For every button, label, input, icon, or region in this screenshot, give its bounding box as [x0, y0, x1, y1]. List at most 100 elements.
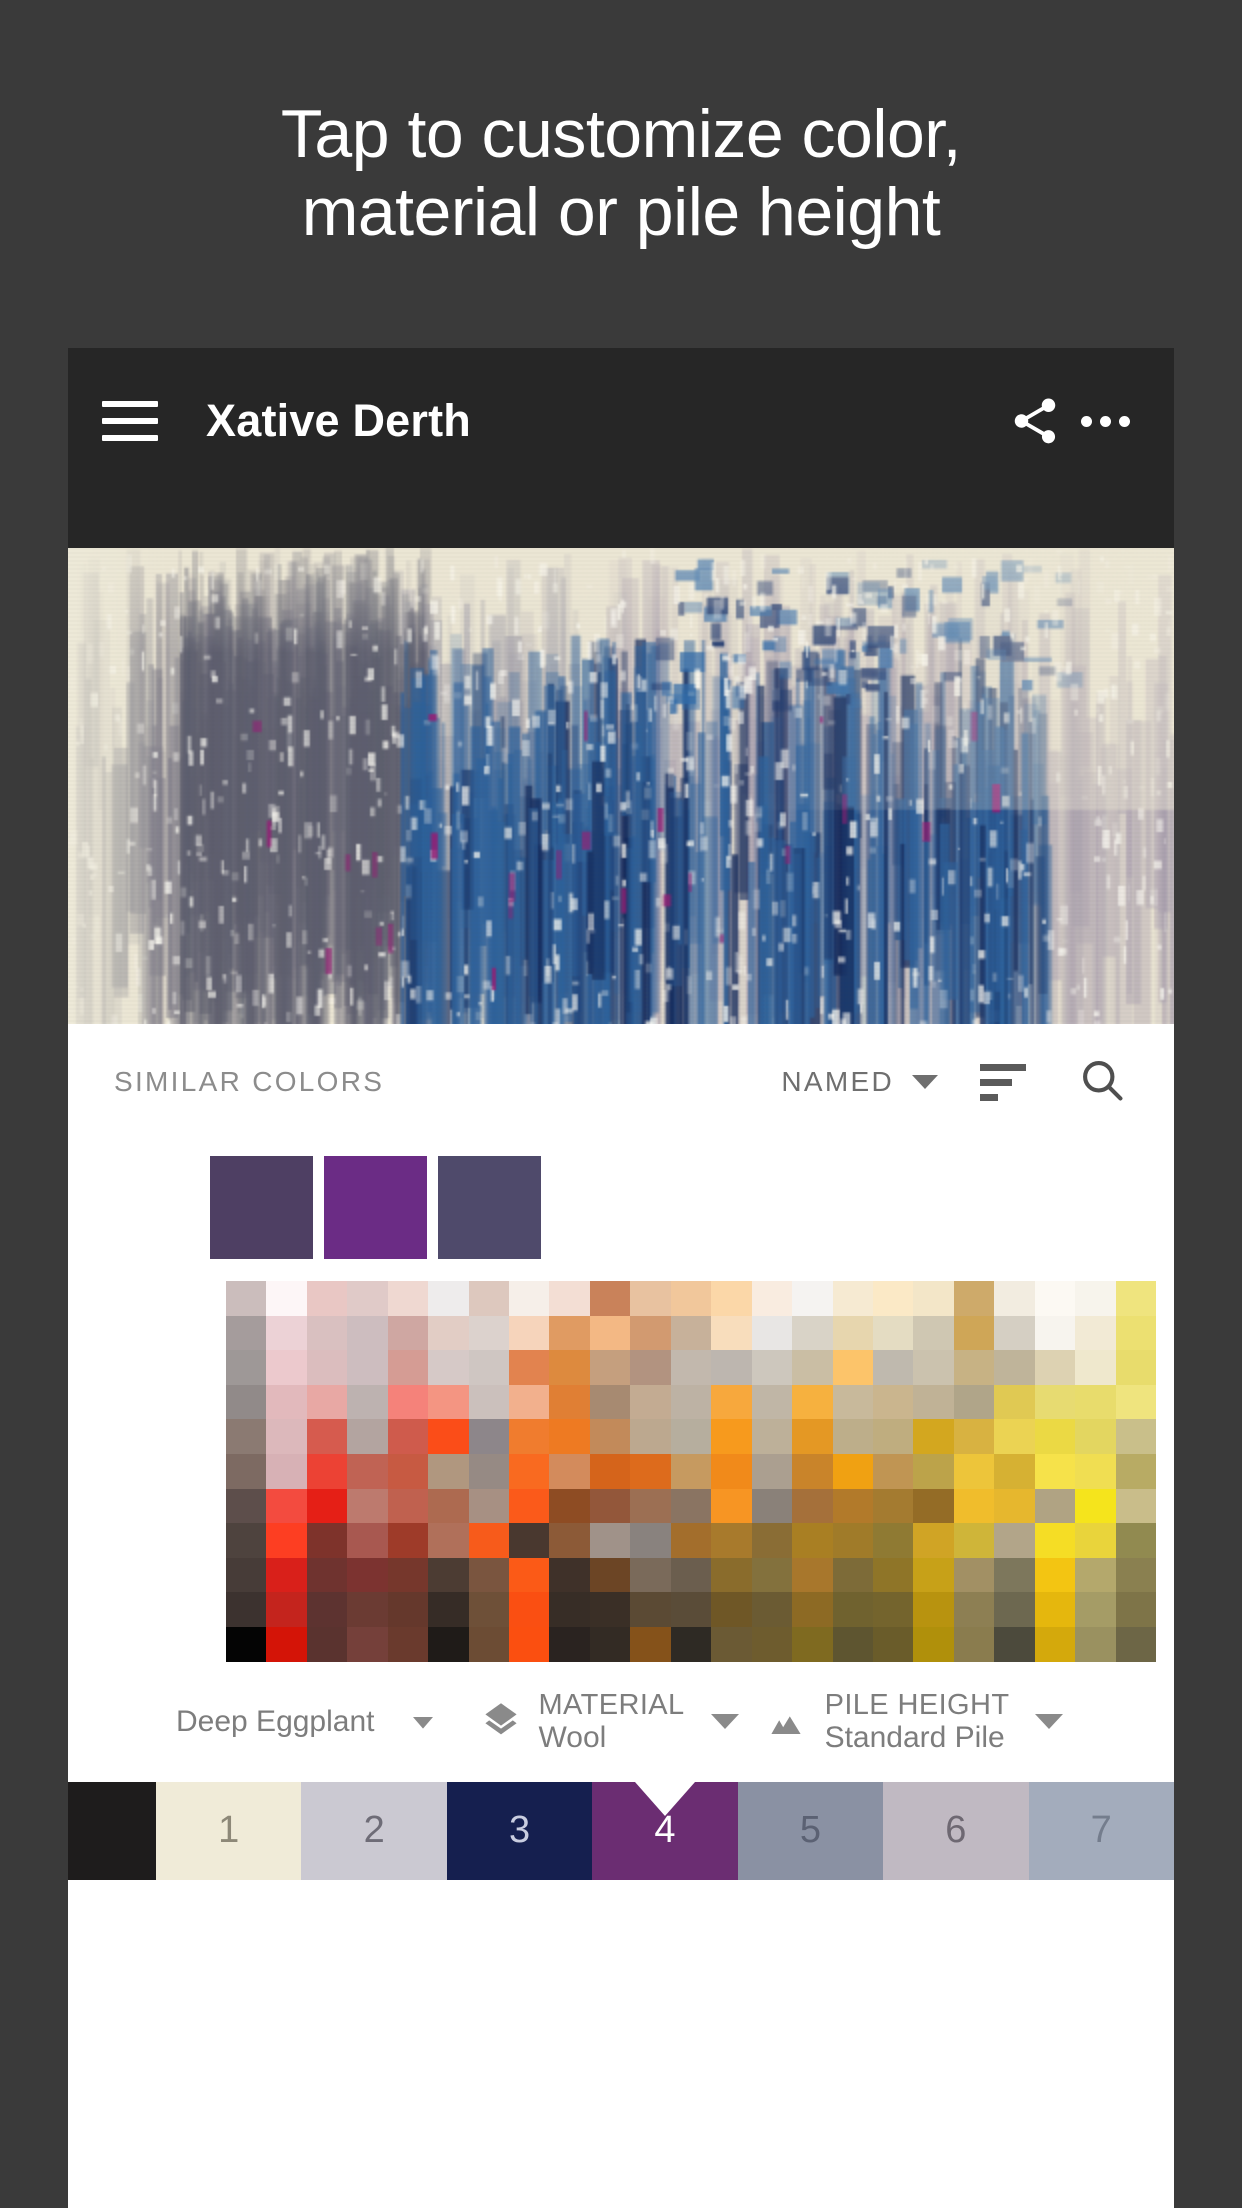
palette-cell[interactable]	[711, 1419, 752, 1454]
palette-cell[interactable]	[994, 1557, 1035, 1593]
palette-cell[interactable]	[832, 1419, 873, 1454]
palette-cell[interactable]	[711, 1453, 752, 1489]
palette-cell[interactable]	[913, 1315, 954, 1351]
palette-cell[interactable]	[387, 1488, 429, 1524]
palette-cell[interactable]	[428, 1281, 469, 1316]
palette-cell[interactable]	[994, 1488, 1035, 1524]
palette-cell[interactable]	[468, 1557, 510, 1593]
palette-cell[interactable]	[468, 1419, 510, 1454]
palette-cell[interactable]	[266, 1384, 307, 1420]
palette-cell[interactable]	[306, 1626, 348, 1662]
palette-cell[interactable]	[428, 1488, 469, 1524]
strip-cell-7[interactable]: 7	[1028, 1781, 1174, 1880]
palette-cell[interactable]	[306, 1592, 348, 1627]
palette-cell[interactable]	[549, 1315, 590, 1351]
palette-cell[interactable]	[509, 1453, 550, 1489]
palette-cell[interactable]	[872, 1350, 914, 1385]
palette-cell[interactable]	[266, 1315, 307, 1351]
palette-cell[interactable]	[509, 1523, 550, 1558]
palette-cell[interactable]	[994, 1315, 1035, 1351]
palette-cell[interactable]	[1034, 1626, 1076, 1662]
palette-cell[interactable]	[589, 1453, 631, 1489]
palette-cell[interactable]	[751, 1315, 793, 1351]
palette-cell[interactable]	[589, 1350, 631, 1385]
palette-cell[interactable]	[670, 1281, 712, 1316]
palette-cell[interactable]	[1115, 1350, 1156, 1385]
palette-cell[interactable]	[913, 1453, 954, 1489]
palette-cell[interactable]	[347, 1626, 388, 1662]
palette-cell[interactable]	[792, 1626, 833, 1662]
palette-cell[interactable]	[347, 1384, 388, 1420]
palette-cell[interactable]	[1075, 1315, 1116, 1351]
hamburger-menu-icon[interactable]	[102, 401, 158, 441]
palette-cell[interactable]	[266, 1488, 307, 1524]
palette-cell[interactable]	[832, 1350, 873, 1385]
palette-cell[interactable]	[630, 1488, 671, 1524]
material-dropdown[interactable]: MATERIAL Wool	[471, 1689, 739, 1755]
palette-cell[interactable]	[266, 1523, 307, 1558]
palette-cell[interactable]	[630, 1384, 671, 1420]
palette-cell[interactable]	[832, 1523, 873, 1558]
palette-cell[interactable]	[913, 1557, 954, 1593]
palette-cell[interactable]	[711, 1557, 752, 1593]
palette-cell[interactable]	[953, 1315, 995, 1351]
palette-cell[interactable]	[468, 1315, 510, 1351]
palette-cell[interactable]	[266, 1350, 307, 1385]
palette-cell[interactable]	[387, 1453, 429, 1489]
palette-cell[interactable]	[751, 1384, 793, 1420]
palette-cell[interactable]	[347, 1281, 388, 1316]
palette-cell[interactable]	[509, 1384, 550, 1420]
strip-cell-6[interactable]: 6	[883, 1781, 1029, 1880]
palette-cell[interactable]	[751, 1350, 793, 1385]
palette-cell[interactable]	[549, 1592, 590, 1627]
palette-cell[interactable]	[266, 1281, 307, 1316]
palette-cell[interactable]	[1075, 1488, 1116, 1524]
palette-cell[interactable]	[1115, 1557, 1156, 1593]
palette-cell[interactable]	[994, 1350, 1035, 1385]
palette-cell[interactable]	[711, 1626, 752, 1662]
palette-cell[interactable]	[387, 1350, 429, 1385]
palette-cell[interactable]	[428, 1453, 469, 1489]
palette-cell[interactable]	[306, 1315, 348, 1351]
palette-cell[interactable]	[428, 1523, 469, 1558]
palette-cell[interactable]	[953, 1419, 995, 1454]
palette-cell[interactable]	[387, 1592, 429, 1627]
palette-cell[interactable]	[1075, 1453, 1116, 1489]
palette-cell[interactable]	[549, 1557, 590, 1593]
palette-cell[interactable]	[1075, 1626, 1116, 1662]
strip-cell-blank[interactable]	[68, 1781, 156, 1880]
sort-icon[interactable]	[980, 1060, 1032, 1104]
palette-cell[interactable]	[347, 1315, 388, 1351]
palette-cell[interactable]	[994, 1523, 1035, 1558]
palette-cell[interactable]	[347, 1488, 388, 1524]
palette-cell[interactable]	[953, 1523, 995, 1558]
palette-cell[interactable]	[792, 1523, 833, 1558]
palette-cell[interactable]	[832, 1488, 873, 1524]
palette-cell[interactable]	[226, 1557, 267, 1593]
palette-cell[interactable]	[306, 1488, 348, 1524]
palette-cell[interactable]	[1034, 1419, 1076, 1454]
palette-cell[interactable]	[711, 1592, 752, 1627]
palette-cell[interactable]	[1115, 1453, 1156, 1489]
palette-cell[interactable]	[792, 1488, 833, 1524]
palette-cell[interactable]	[670, 1557, 712, 1593]
palette-cell[interactable]	[953, 1557, 995, 1593]
palette-cell[interactable]	[751, 1523, 793, 1558]
palette-cell[interactable]	[751, 1557, 793, 1593]
palette-cell[interactable]	[1075, 1592, 1116, 1627]
palette-cell[interactable]	[630, 1350, 671, 1385]
palette-cell[interactable]	[589, 1626, 631, 1662]
palette-cell[interactable]	[630, 1523, 671, 1558]
palette-cell[interactable]	[832, 1315, 873, 1351]
color-palette-grid[interactable]	[226, 1281, 1156, 1662]
palette-cell[interactable]	[266, 1592, 307, 1627]
palette-cell[interactable]	[549, 1488, 590, 1524]
palette-cell[interactable]	[468, 1350, 510, 1385]
palette-cell[interactable]	[872, 1557, 914, 1593]
palette-cell[interactable]	[589, 1523, 631, 1558]
palette-cell[interactable]	[994, 1626, 1035, 1662]
palette-cell[interactable]	[266, 1419, 307, 1454]
palette-cell[interactable]	[953, 1350, 995, 1385]
palette-cell[interactable]	[509, 1419, 550, 1454]
palette-cell[interactable]	[872, 1592, 914, 1627]
